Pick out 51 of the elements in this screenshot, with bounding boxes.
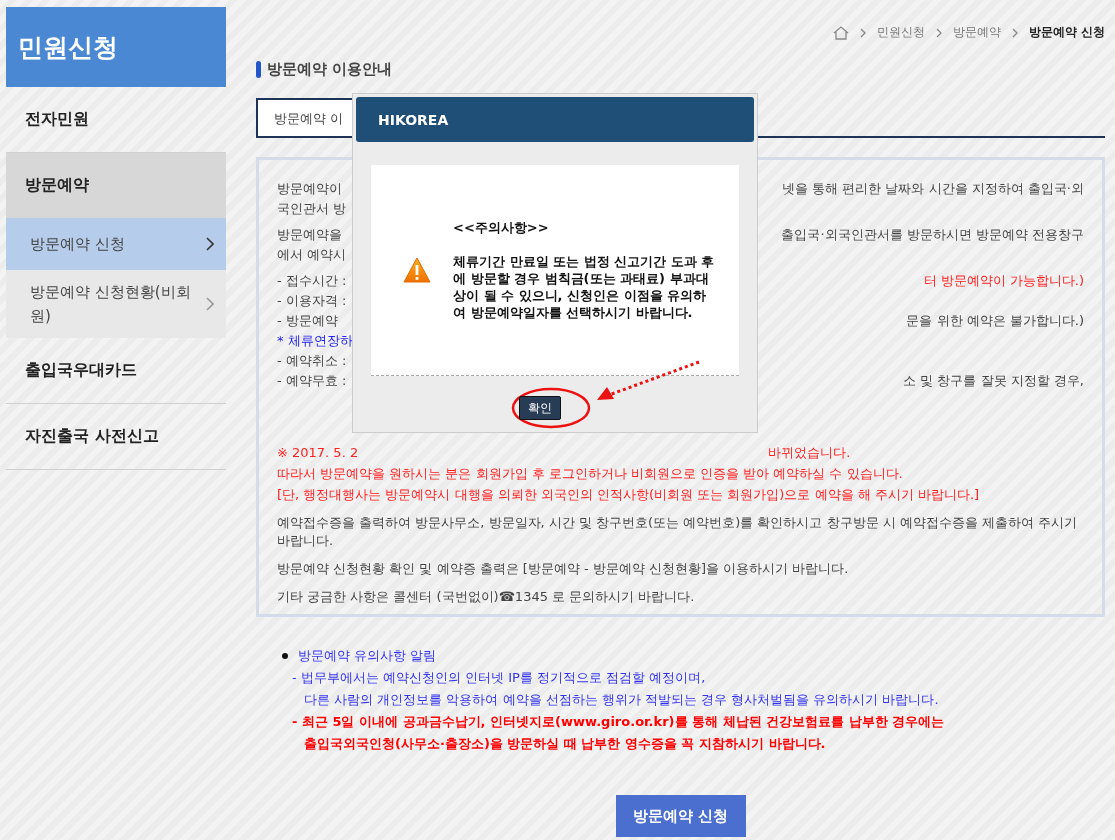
notice-text: 넷을 통해 편리한 날짜와 시간을 지정하여 출입국·외	[782, 180, 1084, 198]
notice-text: 방문예약을	[277, 226, 342, 244]
notice-text: - 예약무효 :	[277, 372, 347, 390]
sidebar-item[interactable]: 방문예약	[6, 153, 226, 218]
notice-text: 예약접수증을 출력하여 방문사무소, 방문일자, 시간 및 창구번호(또는 예약번호)를 확인하시고 창구방문 시 예약접수증을 제출하여 주시기 바랍니다.	[277, 514, 1079, 550]
notice-text: 바뀌었습니다.	[768, 444, 851, 462]
notice-text: 출입국·외국인관서를 방문하시면 방문예약 전용창구	[781, 226, 1084, 244]
alert-text: - 법무부에서는 예약신청인의 인터넷 IP를 정기적으로 점검할 예정이며,	[292, 669, 707, 687]
chevron-icon	[206, 237, 214, 251]
notice-text: - 이용자격 :	[277, 292, 347, 310]
chevron-icon	[1011, 27, 1018, 38]
warning-icon	[403, 257, 431, 283]
confirm-button[interactable]: 확인	[519, 396, 561, 420]
notice-text: * 체류연장하	[277, 332, 353, 350]
notice-text: 국인관서 방	[277, 200, 347, 218]
alert-title: 방문예약 유의사항 알림	[298, 647, 437, 665]
chevron-icon	[859, 27, 866, 38]
alert-text: 출입국외국인청(사무소·출장소)을 방문하실 때 납부한 영수증을 꼭 지참하시기 바랍니다.	[303, 735, 827, 753]
notice-text: 에서 예약시	[277, 246, 347, 264]
notice-text: ※ 2017. 5. 2	[277, 444, 359, 462]
notice-text: 문을 위한 예약은 불가합니다.)	[906, 312, 1084, 330]
notice-text: 기타 궁금한 사항은 콜센터 (국번없이)☎1345 로 문의하시기 바랍니다.	[277, 588, 696, 606]
chevron-icon	[935, 27, 942, 38]
notice-text: 방문예약 신청현황 확인 및 예약증 출력은 [방문예약 - 방문예약 신청현황]을 이용하시기 바랍니다.	[277, 560, 850, 578]
dialog-message: 체류기간 만료일 또는 법정 신고기간 도과 후에 방문할 경우 범칙금(또는 과태료) 부과대상이 될 수 있으니, 신청인은 이점을 유의하여 방문예약일자를 선택하시기 바랍니다.	[453, 253, 715, 321]
alert-text: 다른 사람의 개인정보를 악용하여 예약을 선점하는 행위가 적발되는 경우 형사처벌됨을 유의하시기 바랍니다.	[303, 691, 940, 709]
breadcrumb-link[interactable]: 방문예약	[952, 24, 1001, 41]
sidebar-subitem[interactable]: 방문예약 신청	[6, 218, 226, 270]
notice-text: 방문예약이	[277, 180, 342, 198]
sidebar-item[interactable]: 출입국우대카드	[6, 338, 226, 404]
apply-button[interactable]: 방문예약 신청	[615, 795, 746, 837]
sidebar-title: 민원신청	[6, 7, 226, 87]
notice-text: 소 및 창구를 잘못 지정할 경우,	[903, 372, 1084, 390]
breadcrumb-link[interactable]: 민원신청	[876, 24, 925, 41]
alert-text: - 최근 5일 이내에 공과금수납기, 인터넷지로(www.giro.or.kr)를 통해 체납된 건강보험료를 납부한 경우에는	[292, 713, 946, 731]
notice-text: - 방문예약	[277, 312, 338, 330]
bullet-icon	[282, 653, 288, 659]
notice-text: - 예약취소 :	[277, 352, 347, 370]
title-marker-icon	[256, 61, 261, 78]
breadcrumb-link[interactable]: 방문예약 신청	[1028, 24, 1105, 41]
notice-text: - 접수시간 :	[277, 272, 347, 290]
chevron-icon	[206, 297, 214, 311]
notice-text: [단, 행정대행사는 방문예약시 대행을 의뢰한 외국인의 인적사항(비회원 또는 회원가입)으로 예약을 해 주시기 바랍니다.]	[277, 486, 981, 504]
sidebar-subitem[interactable]: 방문예약 신청현황(비회원)	[6, 270, 226, 338]
dialog-title: HIKOREA	[356, 97, 754, 142]
notice-text: 따라서 방문예약을 원하시는 분은 회원가입 후 로그인하거나 비회원으로 인증을 받아 예약하실 수 있습니다.	[277, 465, 904, 483]
dialog-heading: <<주의사항>>	[453, 219, 550, 236]
section-title: 방문예약 이용안내	[267, 60, 393, 79]
notice-text: 터 방문예약이 가능합니다.)	[923, 272, 1084, 290]
sidebar-item[interactable]: 자진출국 사전신고	[6, 404, 226, 470]
home-icon[interactable]	[832, 25, 849, 40]
